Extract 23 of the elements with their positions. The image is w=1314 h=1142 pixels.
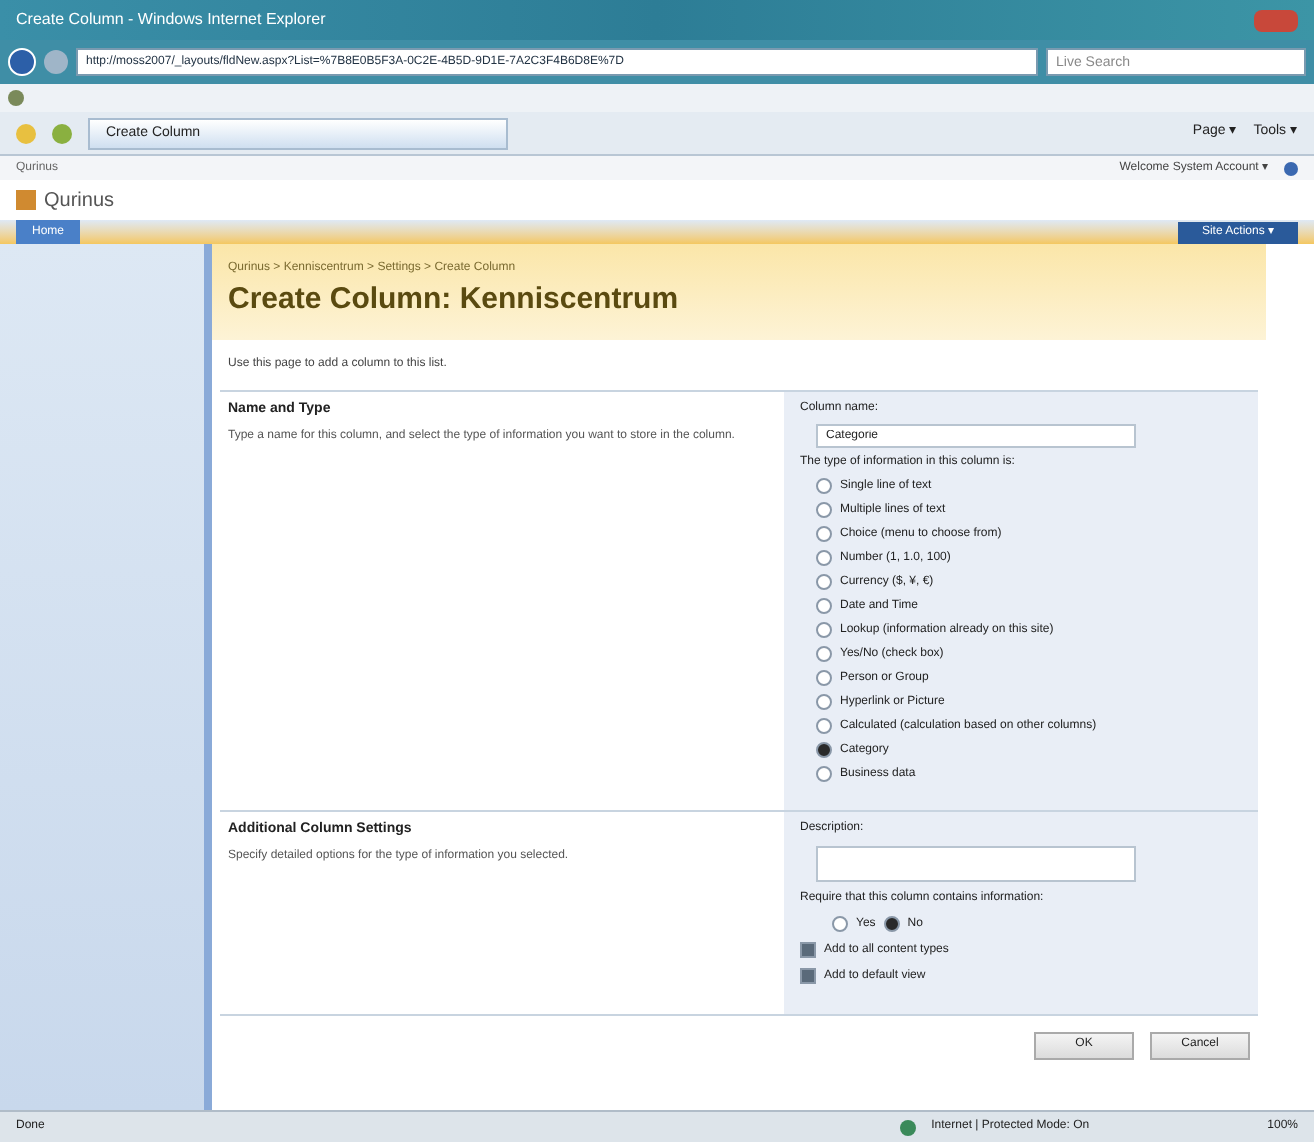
back-icon[interactable] bbox=[8, 48, 36, 76]
radio-button[interactable] bbox=[816, 502, 832, 518]
radio-button[interactable] bbox=[883, 916, 900, 932]
radio-button[interactable] bbox=[816, 694, 832, 710]
forward-icon[interactable] bbox=[44, 50, 68, 74]
checkbox[interactable] bbox=[800, 968, 816, 984]
radio-button[interactable] bbox=[816, 526, 832, 542]
radio-button[interactable] bbox=[816, 574, 832, 590]
description-field[interactable] bbox=[816, 845, 1136, 881]
radio-button[interactable] bbox=[816, 622, 832, 638]
radio-button[interactable] bbox=[816, 670, 832, 686]
radio-button[interactable] bbox=[816, 766, 832, 782]
window-title: Create Column - Windows Internet Explorer bbox=[16, 8, 326, 32]
radio-button[interactable] bbox=[816, 742, 832, 758]
site-name: Qurinus bbox=[44, 187, 115, 215]
radio-button[interactable] bbox=[832, 916, 848, 932]
radio-button[interactable] bbox=[816, 478, 832, 494]
radio-button[interactable] bbox=[816, 598, 832, 614]
radio-button[interactable] bbox=[816, 550, 832, 566]
radio-button[interactable] bbox=[816, 718, 832, 734]
radio-button[interactable] bbox=[816, 646, 832, 662]
checkbox[interactable] bbox=[800, 942, 816, 958]
page-title: Create Column: Kenniscentrum bbox=[228, 280, 681, 320]
